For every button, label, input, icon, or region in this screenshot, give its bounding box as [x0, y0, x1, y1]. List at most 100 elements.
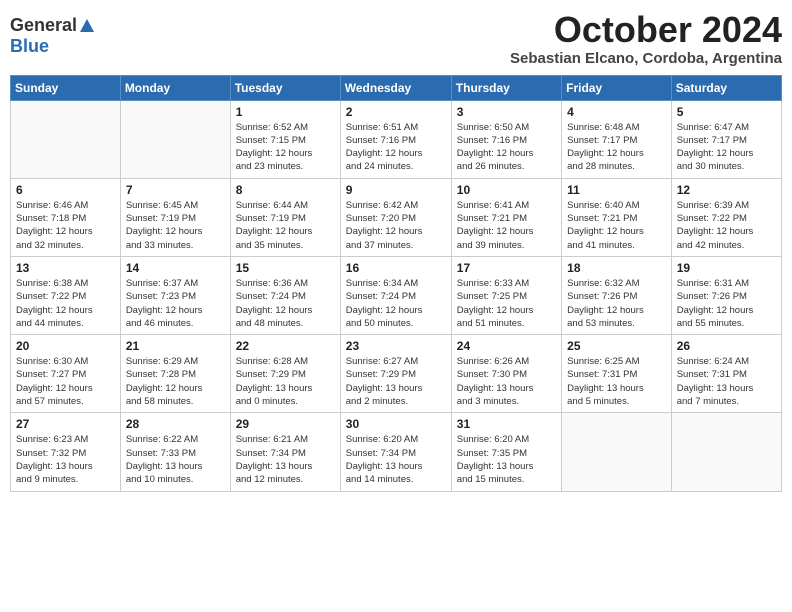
cell-week1-day4: 3 Sunrise: 6:50 AM Sunset: 7:16 PM Daylig… [451, 100, 561, 178]
cell-week1-day3: 2 Sunrise: 6:51 AM Sunset: 7:16 PM Daylig… [340, 100, 451, 178]
day-number: 15 [236, 261, 335, 275]
cell-week4-day2: 22Sunrise: 6:28 AM Sunset: 7:29 PM Dayli… [230, 335, 340, 413]
day-number: 27 [16, 417, 115, 431]
day-number: 1 [236, 105, 335, 119]
day-number: 7 [126, 183, 225, 197]
day-number: 9 [346, 183, 446, 197]
cell-week2-day4: 10 Sunrise: 6:41 AM Sunset: 7:21 PM Dayli… [451, 178, 561, 256]
day-number: 24 [457, 339, 556, 353]
cell-week2-day2: 8 Sunrise: 6:44 AM Sunset: 7:19 PM Daylig… [230, 178, 340, 256]
cell-week5-day4: 31 Sunrise: 6:20 AM Sunset: 7:35 PM Dayli… [451, 413, 561, 491]
day-number: 8 [236, 183, 335, 197]
day-info: Sunrise: 6:46 AM Sunset: 7:18 PM Dayligh… [16, 199, 115, 252]
day-info: Sunrise: 6:24 AM Sunset: 7:31 PM Dayligh… [677, 355, 776, 408]
cell-week5-day0: 27 Sunrise: 6:23 AM Sunset: 7:32 PM Dayli… [11, 413, 121, 491]
cell-week3-day6: 19 Sunrise: 6:31 AM Sunset: 7:26 PM Dayli… [671, 256, 781, 334]
day-info: Sunrise: 6:20 AM Sunset: 7:34 PM Dayligh… [346, 433, 446, 486]
day-number: 20 [16, 339, 115, 353]
day-number: 10 [457, 183, 556, 197]
header-thursday: Thursday [451, 75, 561, 100]
day-info: Sunrise: 6:33 AM Sunset: 7:25 PM Dayligh… [457, 277, 556, 330]
day-info: Sunrise: 6:23 AM Sunset: 7:32 PM Dayligh… [16, 433, 115, 486]
week-row-5: 27 Sunrise: 6:23 AM Sunset: 7:32 PM Dayli… [11, 413, 782, 491]
day-number: 11 [567, 183, 666, 197]
cell-week5-day3: 30Sunrise: 6:20 AM Sunset: 7:34 PM Dayli… [340, 413, 451, 491]
day-number: 19 [677, 261, 776, 275]
cell-week5-day2: 29 Sunrise: 6:21 AM Sunset: 7:34 PM Dayli… [230, 413, 340, 491]
week-row-3: 13Sunrise: 6:38 AM Sunset: 7:22 PM Dayli… [11, 256, 782, 334]
day-number: 16 [346, 261, 446, 275]
week-row-4: 20 Sunrise: 6:30 AM Sunset: 7:27 PM Dayli… [11, 335, 782, 413]
cell-week3-day2: 15 Sunrise: 6:36 AM Sunset: 7:24 PM Dayli… [230, 256, 340, 334]
cell-week1-day5: 4 Sunrise: 6:48 AM Sunset: 7:17 PM Daylig… [562, 100, 672, 178]
cell-week3-day3: 16 Sunrise: 6:34 AM Sunset: 7:24 PM Dayli… [340, 256, 451, 334]
day-info: Sunrise: 6:48 AM Sunset: 7:17 PM Dayligh… [567, 121, 666, 174]
day-info: Sunrise: 6:39 AM Sunset: 7:22 PM Dayligh… [677, 199, 776, 252]
day-info: Sunrise: 6:21 AM Sunset: 7:34 PM Dayligh… [236, 433, 335, 486]
cell-week1-day2: 1 Sunrise: 6:52 AM Sunset: 7:15 PM Daylig… [230, 100, 340, 178]
cell-week5-day5 [562, 413, 672, 491]
day-number: 5 [677, 105, 776, 119]
day-info: Sunrise: 6:30 AM Sunset: 7:27 PM Dayligh… [16, 355, 115, 408]
day-number: 12 [677, 183, 776, 197]
day-number: 14 [126, 261, 225, 275]
header-friday: Friday [562, 75, 672, 100]
logo: General Blue [10, 10, 95, 57]
cell-week4-day6: 26 Sunrise: 6:24 AM Sunset: 7:31 PM Dayli… [671, 335, 781, 413]
day-number: 29 [236, 417, 335, 431]
day-info: Sunrise: 6:51 AM Sunset: 7:16 PM Dayligh… [346, 121, 446, 174]
cell-week2-day6: 12 Sunrise: 6:39 AM Sunset: 7:22 PM Dayli… [671, 178, 781, 256]
logo-icon [79, 18, 95, 34]
day-info: Sunrise: 6:25 AM Sunset: 7:31 PM Dayligh… [567, 355, 666, 408]
day-number: 25 [567, 339, 666, 353]
cell-week5-day6 [671, 413, 781, 491]
cell-week4-day1: 21 Sunrise: 6:29 AM Sunset: 7:28 PM Dayli… [120, 335, 230, 413]
day-info: Sunrise: 6:22 AM Sunset: 7:33 PM Dayligh… [126, 433, 225, 486]
day-info: Sunrise: 6:20 AM Sunset: 7:35 PM Dayligh… [457, 433, 556, 486]
cell-week3-day4: 17 Sunrise: 6:33 AM Sunset: 7:25 PM Dayli… [451, 256, 561, 334]
day-number: 28 [126, 417, 225, 431]
cell-week1-day1 [120, 100, 230, 178]
day-info: Sunrise: 6:40 AM Sunset: 7:21 PM Dayligh… [567, 199, 666, 252]
day-number: 2 [346, 105, 446, 119]
day-info: Sunrise: 6:34 AM Sunset: 7:24 PM Dayligh… [346, 277, 446, 330]
day-info: Sunrise: 6:44 AM Sunset: 7:19 PM Dayligh… [236, 199, 335, 252]
day-number: 3 [457, 105, 556, 119]
day-info: Sunrise: 6:36 AM Sunset: 7:24 PM Dayligh… [236, 277, 335, 330]
cell-week2-day0: 6 Sunrise: 6:46 AM Sunset: 7:18 PM Daylig… [11, 178, 121, 256]
header-saturday: Saturday [671, 75, 781, 100]
day-number: 31 [457, 417, 556, 431]
cell-week4-day5: 25 Sunrise: 6:25 AM Sunset: 7:31 PM Dayli… [562, 335, 672, 413]
calendar-table: Sunday Monday Tuesday Wednesday Thursday… [10, 75, 782, 492]
calendar-header: Sunday Monday Tuesday Wednesday Thursday… [11, 75, 782, 100]
day-info: Sunrise: 6:32 AM Sunset: 7:26 PM Dayligh… [567, 277, 666, 330]
day-info: Sunrise: 6:31 AM Sunset: 7:26 PM Dayligh… [677, 277, 776, 330]
cell-week4-day3: 23Sunrise: 6:27 AM Sunset: 7:29 PM Dayli… [340, 335, 451, 413]
day-info: Sunrise: 6:29 AM Sunset: 7:28 PM Dayligh… [126, 355, 225, 408]
cell-week3-day1: 14 Sunrise: 6:37 AM Sunset: 7:23 PM Dayli… [120, 256, 230, 334]
day-number: 26 [677, 339, 776, 353]
day-info: Sunrise: 6:41 AM Sunset: 7:21 PM Dayligh… [457, 199, 556, 252]
day-number: 6 [16, 183, 115, 197]
cell-week5-day1: 28 Sunrise: 6:22 AM Sunset: 7:33 PM Dayli… [120, 413, 230, 491]
day-number: 17 [457, 261, 556, 275]
day-number: 4 [567, 105, 666, 119]
cell-week2-day3: 9Sunrise: 6:42 AM Sunset: 7:20 PM Daylig… [340, 178, 451, 256]
day-info: Sunrise: 6:52 AM Sunset: 7:15 PM Dayligh… [236, 121, 335, 174]
header-wednesday: Wednesday [340, 75, 451, 100]
day-info: Sunrise: 6:38 AM Sunset: 7:22 PM Dayligh… [16, 277, 115, 330]
logo-blue-text: Blue [10, 36, 49, 57]
title-area: October 2024 Sebastian Elcano, Cordoba, … [510, 10, 782, 67]
cell-week1-day6: 5Sunrise: 6:47 AM Sunset: 7:17 PM Daylig… [671, 100, 781, 178]
logo-general-text: General [10, 15, 77, 36]
day-info: Sunrise: 6:50 AM Sunset: 7:16 PM Dayligh… [457, 121, 556, 174]
header-sunday: Sunday [11, 75, 121, 100]
day-number: 21 [126, 339, 225, 353]
calendar-body: 1 Sunrise: 6:52 AM Sunset: 7:15 PM Daylig… [11, 100, 782, 491]
week-row-1: 1 Sunrise: 6:52 AM Sunset: 7:15 PM Daylig… [11, 100, 782, 178]
cell-week2-day1: 7Sunrise: 6:45 AM Sunset: 7:19 PM Daylig… [120, 178, 230, 256]
week-row-2: 6 Sunrise: 6:46 AM Sunset: 7:18 PM Daylig… [11, 178, 782, 256]
day-info: Sunrise: 6:37 AM Sunset: 7:23 PM Dayligh… [126, 277, 225, 330]
day-info: Sunrise: 6:28 AM Sunset: 7:29 PM Dayligh… [236, 355, 335, 408]
day-info: Sunrise: 6:26 AM Sunset: 7:30 PM Dayligh… [457, 355, 556, 408]
